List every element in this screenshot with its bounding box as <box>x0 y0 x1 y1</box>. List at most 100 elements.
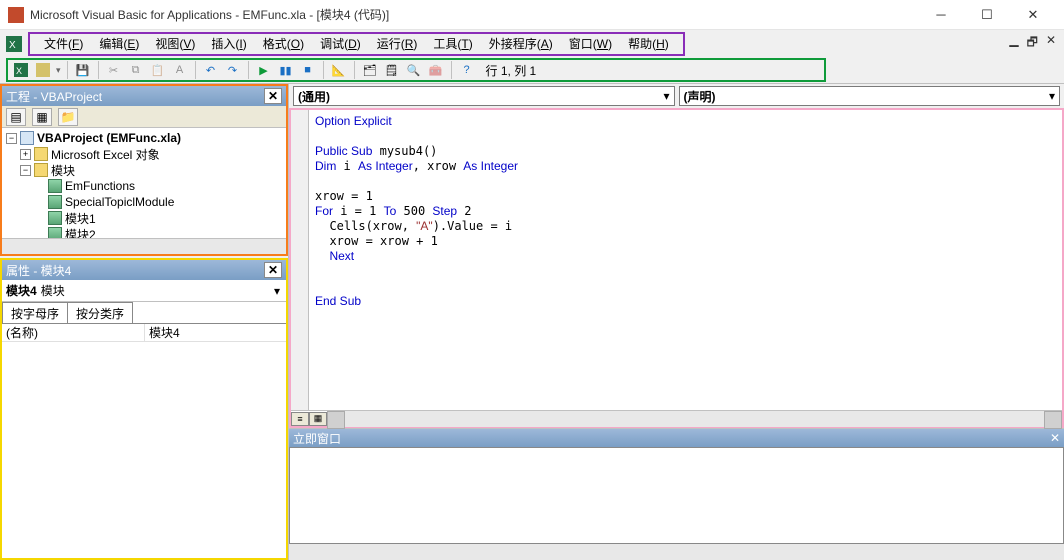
mdi-restore-icon[interactable]: 🗗 <box>1027 33 1038 54</box>
menu-编辑[interactable]: 编辑(E) <box>91 33 147 54</box>
property-value[interactable]: 模块4 <box>144 324 286 341</box>
menu-工具[interactable]: 工具(T) <box>425 33 480 54</box>
reset-icon[interactable]: ■ <box>299 61 317 79</box>
view-code-icon[interactable]: ▤ <box>6 108 26 126</box>
properties-title: 属性 - 模块4 <box>6 262 264 279</box>
excel-icon: X <box>6 36 22 52</box>
properties-close-icon[interactable]: ✕ <box>264 262 282 278</box>
menu-bar: X 文件(F)编辑(E)视图(V)插入(I)格式(O)调试(D)运行(R)工具(… <box>0 30 1064 57</box>
module-label: SpecialTopiclModule <box>65 195 174 209</box>
immediate-close-icon[interactable]: ✕ <box>1050 431 1060 445</box>
properties-pane: 属性 - 模块4 ✕ 模块4 模块 ▾ 按字母序 按分类序 (名称) 模块4 <box>0 258 288 560</box>
tree-module-item[interactable]: EmFunctions <box>6 178 282 194</box>
full-module-view-icon[interactable]: ▦ <box>309 412 327 426</box>
immediate-header[interactable]: 立即窗口 ✕ <box>289 429 1064 447</box>
properties-tabs: 按字母序 按分类序 <box>2 302 286 324</box>
run-icon[interactable]: ▶ <box>255 61 273 79</box>
immediate-body[interactable] <box>289 447 1064 544</box>
procedure-dropdown[interactable]: (声明) <box>679 86 1061 106</box>
procedure-view-icon[interactable]: ≡ <box>291 412 309 426</box>
properties-object-name: 模块4 <box>2 282 41 299</box>
modules-folder[interactable]: 模块 <box>51 162 75 179</box>
mdi-minimize-icon[interactable]: ▁ <box>1009 33 1018 54</box>
tree-collapse-icon[interactable]: − <box>6 133 17 144</box>
paste-icon[interactable]: 📋 <box>149 61 167 79</box>
save-icon[interactable]: 💾 <box>74 61 92 79</box>
menu-运行[interactable]: 运行(R) <box>369 33 426 54</box>
module-label: 模块1 <box>65 210 96 227</box>
toolbar: X ▾ 💾 ✂ ⧉ 📋 A ↶ ↷ ▶ ▮▮ ■ 📐 🗂 🗒 🔍 🧰 ? 行 1… <box>0 57 1064 84</box>
copy-icon[interactable]: ⧉ <box>127 61 145 79</box>
redo-icon[interactable]: ↷ <box>224 61 242 79</box>
tree-module-item[interactable]: 模块1 <box>6 210 282 226</box>
module-icon <box>48 227 62 238</box>
project-icon <box>20 131 34 145</box>
menu-调试[interactable]: 调试(D) <box>312 33 369 54</box>
tree-module-item[interactable]: SpecialTopiclModule <box>6 194 282 210</box>
project-hscrollbar[interactable] <box>2 238 286 254</box>
module-label: 模块2 <box>65 226 96 239</box>
properties-object-type: 模块 <box>41 282 65 299</box>
undo-icon[interactable]: ↶ <box>202 61 220 79</box>
properties-header[interactable]: 属性 - 模块4 ✕ <box>2 260 286 280</box>
minimize-button[interactable]: ─ <box>918 0 964 30</box>
immediate-title: 立即窗口 <box>293 430 1050 447</box>
code-text[interactable]: Option Explicit Public Sub mysub4() Dim … <box>309 110 1062 410</box>
app-icon <box>8 7 24 23</box>
code-margin[interactable] <box>291 110 309 410</box>
sheet-icon[interactable] <box>34 61 52 79</box>
right-column: (通用) (声明) Option Explicit Public Sub mys… <box>288 84 1064 560</box>
procedure-dropdown-value: (声明) <box>684 88 716 105</box>
toolbox-icon[interactable]: 🧰 <box>427 61 445 79</box>
excel-icon[interactable]: X <box>12 61 30 79</box>
immediate-hscrollbar[interactable] <box>289 544 1064 560</box>
mdi-close-icon[interactable]: ✕ <box>1046 33 1056 54</box>
break-icon[interactable]: ▮▮ <box>277 61 295 79</box>
properties-object-selector[interactable]: 模块4 模块 ▾ <box>2 280 286 302</box>
menu-视图[interactable]: 视图(V) <box>147 33 203 54</box>
object-browser-icon[interactable]: 🔍 <box>405 61 423 79</box>
menu-外接程序[interactable]: 外接程序(A) <box>481 33 561 54</box>
project-tree[interactable]: − VBAProject (EMFunc.xla) + Microsoft Exce… <box>2 128 286 238</box>
module-icon <box>48 179 62 193</box>
project-root-label[interactable]: VBAProject (EMFunc.xla) <box>37 131 181 145</box>
tree-expand-icon[interactable]: + <box>20 149 31 160</box>
properties-grid[interactable]: (名称) 模块4 <box>2 324 286 558</box>
cursor-position-status: 行 1, 列 1 <box>486 62 537 79</box>
format-icon[interactable]: A <box>171 61 189 79</box>
menu-highlight-box: 文件(F)编辑(E)视图(V)插入(I)格式(O)调试(D)运行(R)工具(T)… <box>28 32 685 56</box>
tree-collapse-icon[interactable]: − <box>20 165 31 176</box>
view-object-icon[interactable]: ▦ <box>32 108 52 126</box>
menu-格式[interactable]: 格式(O) <box>255 33 312 54</box>
toggle-folders-icon[interactable]: 📁 <box>58 108 78 126</box>
project-explorer-close-icon[interactable]: ✕ <box>264 88 282 104</box>
property-row[interactable]: (名称) 模块4 <box>2 324 286 342</box>
workspace: 工程 - VBAProject ✕ ▤ ▦ 📁 − VBAProject (EMF… <box>0 84 1064 560</box>
tab-categorized[interactable]: 按分类序 <box>67 302 133 323</box>
tree-module-item[interactable]: 模块2 <box>6 226 282 238</box>
maximize-button[interactable]: ☐ <box>964 0 1010 30</box>
menu-插入[interactable]: 插入(I) <box>203 33 254 54</box>
tab-alphabetic[interactable]: 按字母序 <box>2 302 68 323</box>
design-mode-icon[interactable]: 📐 <box>330 61 348 79</box>
code-footer: ≡ ▦ <box>291 410 1062 426</box>
help-icon[interactable]: ? <box>458 61 476 79</box>
project-explorer-header[interactable]: 工程 - VBAProject ✕ <box>2 86 286 106</box>
object-dropdown[interactable]: (通用) <box>293 86 675 106</box>
properties-icon[interactable]: 🗒 <box>383 61 401 79</box>
cut-icon[interactable]: ✂ <box>105 61 123 79</box>
left-column: 工程 - VBAProject ✕ ▤ ▦ 📁 − VBAProject (EMF… <box>0 84 288 560</box>
menu-帮助[interactable]: 帮助(H) <box>620 33 677 54</box>
menu-文件[interactable]: 文件(F) <box>36 33 91 54</box>
excel-objects-folder[interactable]: Microsoft Excel 对象 <box>51 146 160 163</box>
menu-窗口[interactable]: 窗口(W) <box>561 33 620 54</box>
window-title: Microsoft Visual Basic for Applications … <box>30 6 918 23</box>
code-hscrollbar[interactable] <box>327 411 1062 427</box>
title-bar: Microsoft Visual Basic for Applications … <box>0 0 1064 30</box>
mdi-controls: ▁ 🗗 ✕ <box>1009 33 1056 54</box>
project-explorer-icon[interactable]: 🗂 <box>361 61 379 79</box>
close-button[interactable]: ✕ <box>1010 0 1056 30</box>
project-toolbar: ▤ ▦ 📁 <box>2 106 286 128</box>
immediate-window: 立即窗口 ✕ <box>289 428 1064 560</box>
module-label: EmFunctions <box>65 179 135 193</box>
